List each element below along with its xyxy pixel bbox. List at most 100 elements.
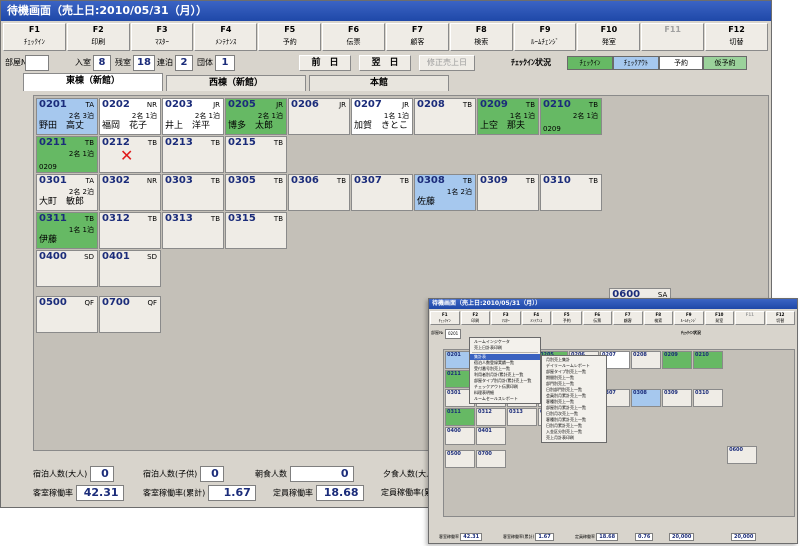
fkey-label: 印刷 [91, 38, 106, 46]
overlay-room-cell[interactable]: 0209 [662, 351, 692, 369]
room-cell[interactable]: 0208 TB [414, 98, 476, 135]
room-cell[interactable]: 0205 JR 2名 1泊 博多 太郎 [225, 98, 287, 135]
stat-fixed-rate: 定員稼働率 18.68 [273, 485, 364, 501]
room-cell[interactable]: 0211 TB 2名 1泊 0209 [36, 136, 98, 173]
overlay-fkey-label: 切替 [776, 318, 785, 323]
fkey-f2[interactable]: F2 印刷 [66, 23, 130, 51]
room-number: 0215 [228, 137, 256, 148]
room-cell[interactable]: 0308 TB 1名 2泊 佐藤 [414, 174, 476, 211]
room-cell[interactable]: 0201 TA 2名 3泊 野田 高丈 [36, 98, 98, 135]
overlay-room-cell[interactable]: 0310 [693, 389, 723, 407]
fkey-f9[interactable]: F9 ﾙｰﾑﾁｪﾝｼﾞ [513, 23, 577, 51]
vacant-count: 18 [133, 55, 155, 71]
overlay-fkey-f9[interactable]: F9 ﾙｰﾑﾁｪﾝｼﾞ [674, 311, 704, 325]
room-cell[interactable]: 0315 TB [225, 212, 287, 249]
room-cell[interactable]: 0212 TB ✕ [99, 136, 161, 173]
overlay-room-cell[interactable]: 0400 [445, 427, 475, 445]
fkey-f12[interactable]: F12 切替 [705, 23, 768, 51]
overlay-fkey-f6[interactable]: F6 伝票 [582, 311, 612, 325]
room-cell[interactable]: 0312 TB [99, 212, 161, 249]
fix-sales-date-button[interactable]: 修正売上日 [419, 55, 475, 71]
room-type: TB [462, 177, 472, 185]
group-count: 1 [215, 55, 235, 71]
fkey-f5[interactable]: F5 予約 [258, 23, 322, 51]
room-cell[interactable]: 0401 SD [99, 250, 161, 287]
room-number: 0202 [102, 99, 130, 110]
overlay-fkey-f7[interactable]: F7 顧客 [613, 311, 643, 325]
tab-main-building[interactable]: 本館 [309, 75, 449, 91]
room-no-input[interactable] [25, 55, 49, 71]
room-cell[interactable]: 0306 TB [288, 174, 350, 211]
room-cell[interactable]: 0209 TB 1名 1泊 上空 那夫 [477, 98, 539, 135]
room-cell[interactable]: 0309 TB [477, 174, 539, 211]
room-cell[interactable]: 0215 TB [225, 136, 287, 173]
overlay-room-cell[interactable]: 0313 [507, 408, 537, 426]
fkey-f4[interactable]: F4 ﾒﾝﾃﾅﾝｽ [194, 23, 258, 51]
overlay-fkey-f2[interactable]: F2 印刷 [460, 311, 490, 325]
overlay-fkey-f11[interactable]: F11 [735, 311, 765, 325]
overlay-fkey-f4[interactable]: F4 ﾒﾝﾃﾅﾝｽ [521, 311, 551, 325]
room-cell[interactable]: 0700 QF [99, 295, 161, 333]
stat-fixed-rate-cumulative-label: 定員稼働率(累 [381, 488, 433, 497]
stat-guests-child: 宿泊人数(子供) 0 [143, 466, 224, 482]
room-cell[interactable]: 0206 JR [288, 98, 350, 135]
room-cell[interactable]: 0207 JR 1名 1泊 加賀 きとこ [351, 98, 413, 135]
overlay-room-cell[interactable]: 0401 [476, 427, 506, 445]
fkey-f3[interactable]: F3 ﾏｽﾀｰ [130, 23, 194, 51]
report-menu-item[interactable]: 売上日計表印刷 [470, 345, 540, 351]
fkey-f7[interactable]: F7 顧客 [385, 23, 449, 51]
room-cell[interactable]: 0310 TB [540, 174, 602, 211]
room-cell[interactable]: 0210 TB 2名 1泊 0209 [540, 98, 602, 135]
room-cell[interactable]: 0313 TB [162, 212, 224, 249]
room-cell[interactable]: 0307 TB [351, 174, 413, 211]
overlay-fkey-f5[interactable]: F5 予約 [552, 311, 582, 325]
overlay-fkey-f12[interactable]: F12 切替 [765, 311, 795, 325]
overlay-room-cell[interactable]: 0312 [476, 408, 506, 426]
overlay-fkey-f1[interactable]: F1 ﾁｪｯｸｲﾝ [430, 311, 460, 325]
overlay-room-cell[interactable]: 0700 [476, 449, 506, 468]
fkey-f8[interactable]: F8 検索 [449, 23, 513, 51]
fkey-f11[interactable]: F11 [641, 23, 705, 51]
room-cell[interactable]: 0301 TA 2名 2泊 大町 敏郎 [36, 174, 98, 211]
fkey-f10[interactable]: F10 発室 [577, 23, 641, 51]
fkey-f1[interactable]: F1 ﾁｪｯｸｲﾝ [3, 23, 66, 51]
room-pax: 2名 1泊 [194, 112, 220, 120]
overlay-room-cell[interactable]: 0311 [445, 408, 475, 426]
room-type: TB [525, 101, 535, 109]
overlay-room-cell[interactable]: 0600 [727, 446, 758, 464]
next-day-button[interactable]: 翌 日 [359, 55, 411, 71]
room-cell[interactable]: 0305 TB [225, 174, 287, 211]
prev-day-button[interactable]: 前 日 [299, 55, 351, 71]
report-submenu-item[interactable]: 売上月計表印刷 [542, 435, 606, 441]
room-cell[interactable]: 0400 SD [36, 250, 98, 287]
fkey-code: F9 [539, 25, 551, 34]
room-cell[interactable]: 0213 TB [162, 136, 224, 173]
room-cell[interactable]: 0311 TB 1名 1泊 伊藤 [36, 212, 98, 249]
room-type: TB [147, 139, 157, 147]
overlay-room-cell[interactable]: 0210 [693, 351, 723, 369]
overlay-room-cell[interactable]: 0309 [662, 389, 692, 407]
room-code: 0209 [39, 163, 57, 171]
fkey-f6[interactable]: F6 伝票 [322, 23, 385, 51]
overlay-room-no-input[interactable]: 0201 [445, 329, 462, 339]
overlay-fkey-f10[interactable]: F10 発室 [704, 311, 734, 325]
overlay-room-cell[interactable]: 0308 [631, 389, 661, 407]
room-cell[interactable]: 0202 NR 2名 1泊 福岡 花子 [99, 98, 161, 135]
tab-west-wing[interactable]: 西棟（新館） [166, 75, 306, 91]
fkey-code: F11 [664, 25, 681, 34]
room-cell[interactable]: 0500 QF [36, 295, 98, 333]
room-cell[interactable]: 0302 NR [99, 174, 161, 211]
overlay-window-title: 待機画面（売上日:2010/05/31（月）） [429, 299, 797, 309]
overlay-room-cell[interactable]: 0500 [445, 449, 475, 468]
overlay-stat-occupancy: 客室稼働率 42.31 [439, 533, 483, 541]
overlay-fkey-label: ﾏｽﾀｰ [501, 318, 510, 323]
overlay-fkey-f8[interactable]: F8 検索 [643, 311, 673, 325]
room-number: 0203 [165, 99, 193, 110]
room-cell[interactable]: 0303 TB [162, 174, 224, 211]
overlay-room-cell[interactable]: 0208 [631, 351, 661, 369]
tab-east-wing[interactable]: 東棟（新館） [23, 73, 163, 91]
room-cell[interactable]: 0203 JR 2名 1泊 井上 洋平 [162, 98, 224, 135]
fkey-label: ﾒﾝﾃﾅﾝｽ [215, 38, 237, 46]
report-menu-item[interactable]: ルームセールスレポート [470, 396, 540, 402]
overlay-fkey-f3[interactable]: F3 ﾏｽﾀｰ [491, 311, 521, 325]
